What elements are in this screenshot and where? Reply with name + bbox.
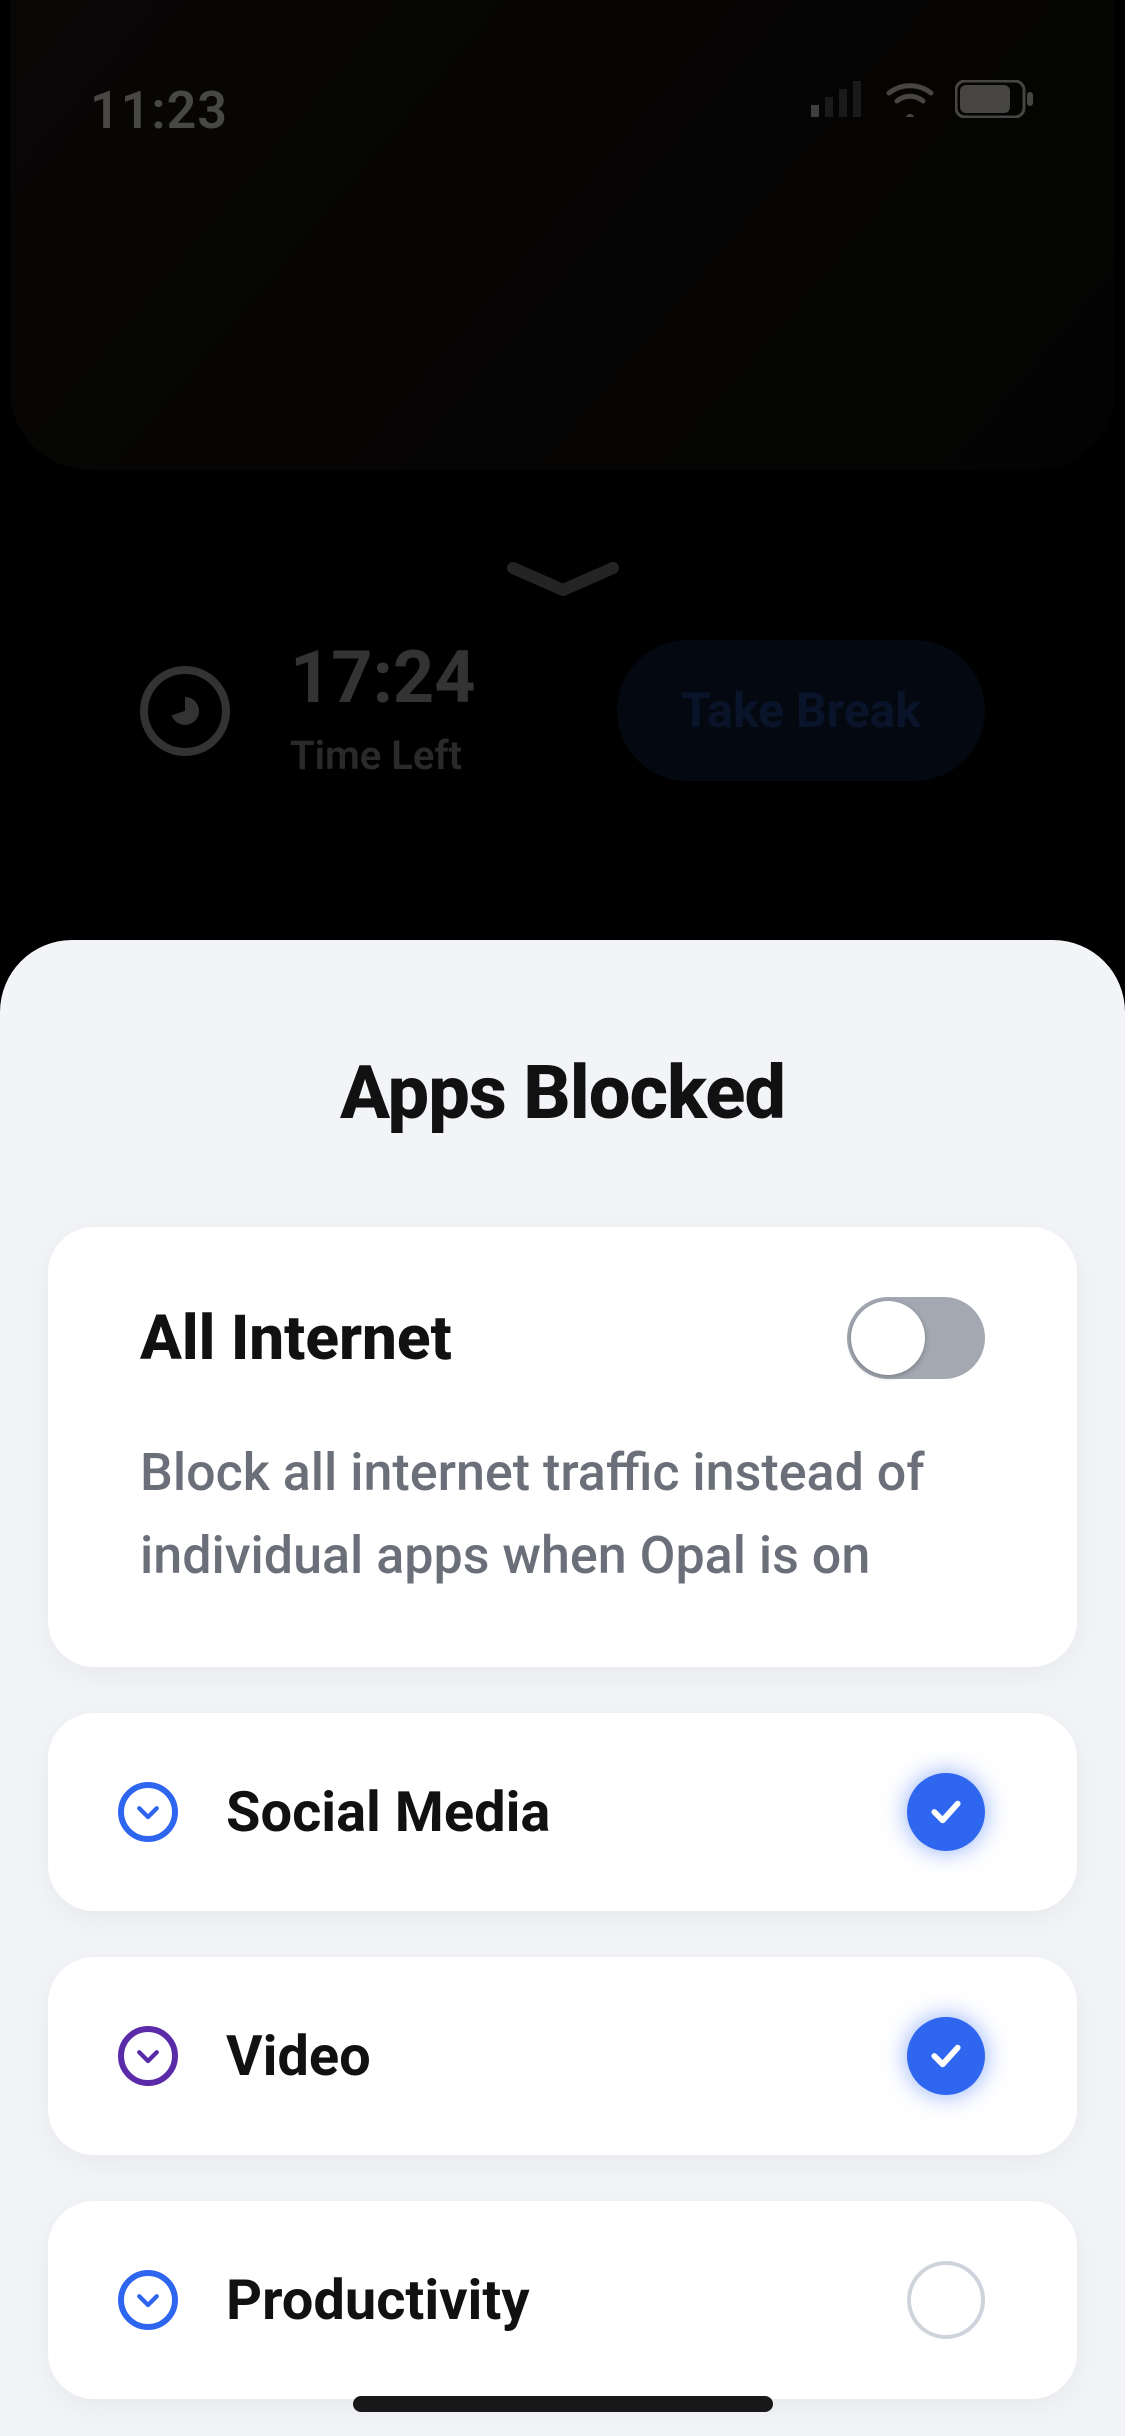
chevron-down-icon[interactable] [118, 1782, 178, 1842]
chevron-down-icon [503, 560, 623, 604]
category-checkbox[interactable] [907, 1773, 985, 1851]
timer-row: 17:24 Time Left Take Break [0, 640, 1125, 781]
category-label: Productivity [226, 2267, 530, 2333]
all-internet-description: Block all internet traffic instead of in… [140, 1431, 985, 1597]
category-checkbox[interactable] [907, 2261, 985, 2339]
bottom-sheet: Apps Blocked All Internet Block all inte… [0, 940, 1125, 2436]
category-row-productivity[interactable]: Productivity [48, 2201, 1077, 2399]
cellular-icon [811, 81, 865, 117]
take-break-button[interactable]: Take Break [617, 640, 985, 781]
all-internet-toggle[interactable] [847, 1297, 985, 1379]
all-internet-card: All Internet Block all internet traffic … [48, 1227, 1077, 1667]
category-label: Social Media [226, 1779, 550, 1845]
battery-icon [955, 80, 1035, 118]
wifi-icon [885, 81, 935, 117]
status-bar: 11:23 [0, 0, 1125, 170]
timer-label: Time Left [290, 732, 476, 779]
home-indicator[interactable] [353, 2396, 773, 2412]
status-time: 11:23 [90, 80, 228, 141]
toggle-knob [851, 1301, 925, 1375]
category-row-social-media[interactable]: Social Media [48, 1713, 1077, 1911]
sheet-title: Apps Blocked [48, 1050, 1077, 1137]
timer-value: 17:24 [290, 642, 476, 714]
status-icons [811, 80, 1035, 118]
chevron-down-icon[interactable] [118, 2026, 178, 2086]
all-internet-title: All Internet [140, 1302, 452, 1375]
chevron-down-icon[interactable] [118, 2270, 178, 2330]
category-row-video[interactable]: Video [48, 1957, 1077, 2155]
category-checkbox[interactable] [907, 2017, 985, 2095]
timer-icon [140, 666, 230, 756]
category-label: Video [226, 2023, 371, 2089]
